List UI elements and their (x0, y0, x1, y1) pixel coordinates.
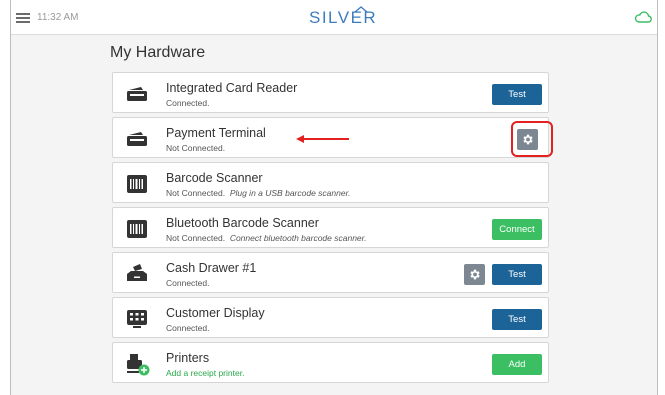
clock-time: 11:32 AM (37, 12, 79, 23)
status-hint: Connect bluetooth barcode scanner. (229, 233, 367, 243)
annotation-arrow-icon (296, 135, 349, 143)
barcode-icon (127, 220, 147, 238)
barcode-icon (127, 175, 147, 193)
device-status: Add a receipt printer. (166, 368, 245, 378)
device-status: Connected. (166, 278, 210, 288)
device-status: Connected. (166, 98, 210, 108)
device-status: Not Connected. Connect bluetooth barcode… (166, 233, 367, 243)
device-name: Printers (166, 351, 210, 365)
card-reader-icon (127, 132, 147, 146)
device-row-integrated-card-reader: Integrated Card Reader Connected. Test (112, 72, 549, 113)
device-name: Payment Terminal (166, 126, 266, 140)
device-row-printers: Printers Add a receipt printer. Add (112, 342, 549, 383)
test-button[interactable]: Test (492, 309, 542, 330)
device-status: Not Connected. (166, 143, 226, 153)
add-printer-button[interactable]: Add (492, 354, 542, 375)
status-text: Not Connected. (166, 188, 226, 198)
device-status: Not Connected. Plug in a USB barcode sca… (166, 188, 350, 198)
device-status: Connected. (166, 323, 210, 333)
device-row-barcode-scanner: Barcode Scanner Not Connected. Plug in a… (112, 162, 549, 203)
gear-icon (470, 269, 480, 280)
device-name: Customer Display (166, 306, 265, 320)
device-row-customer-display: Customer Display Connected. Test (112, 297, 549, 338)
device-row-bluetooth-barcode-scanner: Bluetooth Barcode Scanner Not Connected.… (112, 207, 549, 248)
test-button[interactable]: Test (492, 84, 542, 105)
status-hint: Plug in a USB barcode scanner. (229, 188, 351, 198)
device-name: Integrated Card Reader (166, 81, 298, 95)
device-name: Barcode Scanner (166, 171, 263, 185)
card-reader-icon (127, 87, 147, 101)
device-row-cash-drawer: Cash Drawer #1 Connected. Test (112, 252, 549, 293)
top-bar: 11:32 AM SILVER (11, 0, 657, 35)
cash-drawer-icon (127, 264, 147, 281)
device-name: Bluetooth Barcode Scanner (166, 216, 319, 230)
cloud-icon[interactable] (634, 10, 652, 23)
test-button[interactable]: Test (492, 264, 542, 285)
annotation-highlight-box (511, 121, 553, 157)
cash-drawer-settings-button[interactable] (464, 264, 485, 285)
logo-mark-icon (354, 6, 368, 13)
hamburger-menu-icon[interactable] (16, 13, 30, 23)
device-name: Cash Drawer #1 (166, 261, 257, 275)
page-title: My Hardware (110, 44, 206, 61)
connect-button[interactable]: Connect (492, 219, 542, 240)
printer-add-icon (127, 354, 150, 376)
display-icon (127, 310, 147, 328)
status-text: Not Connected. (166, 233, 226, 243)
